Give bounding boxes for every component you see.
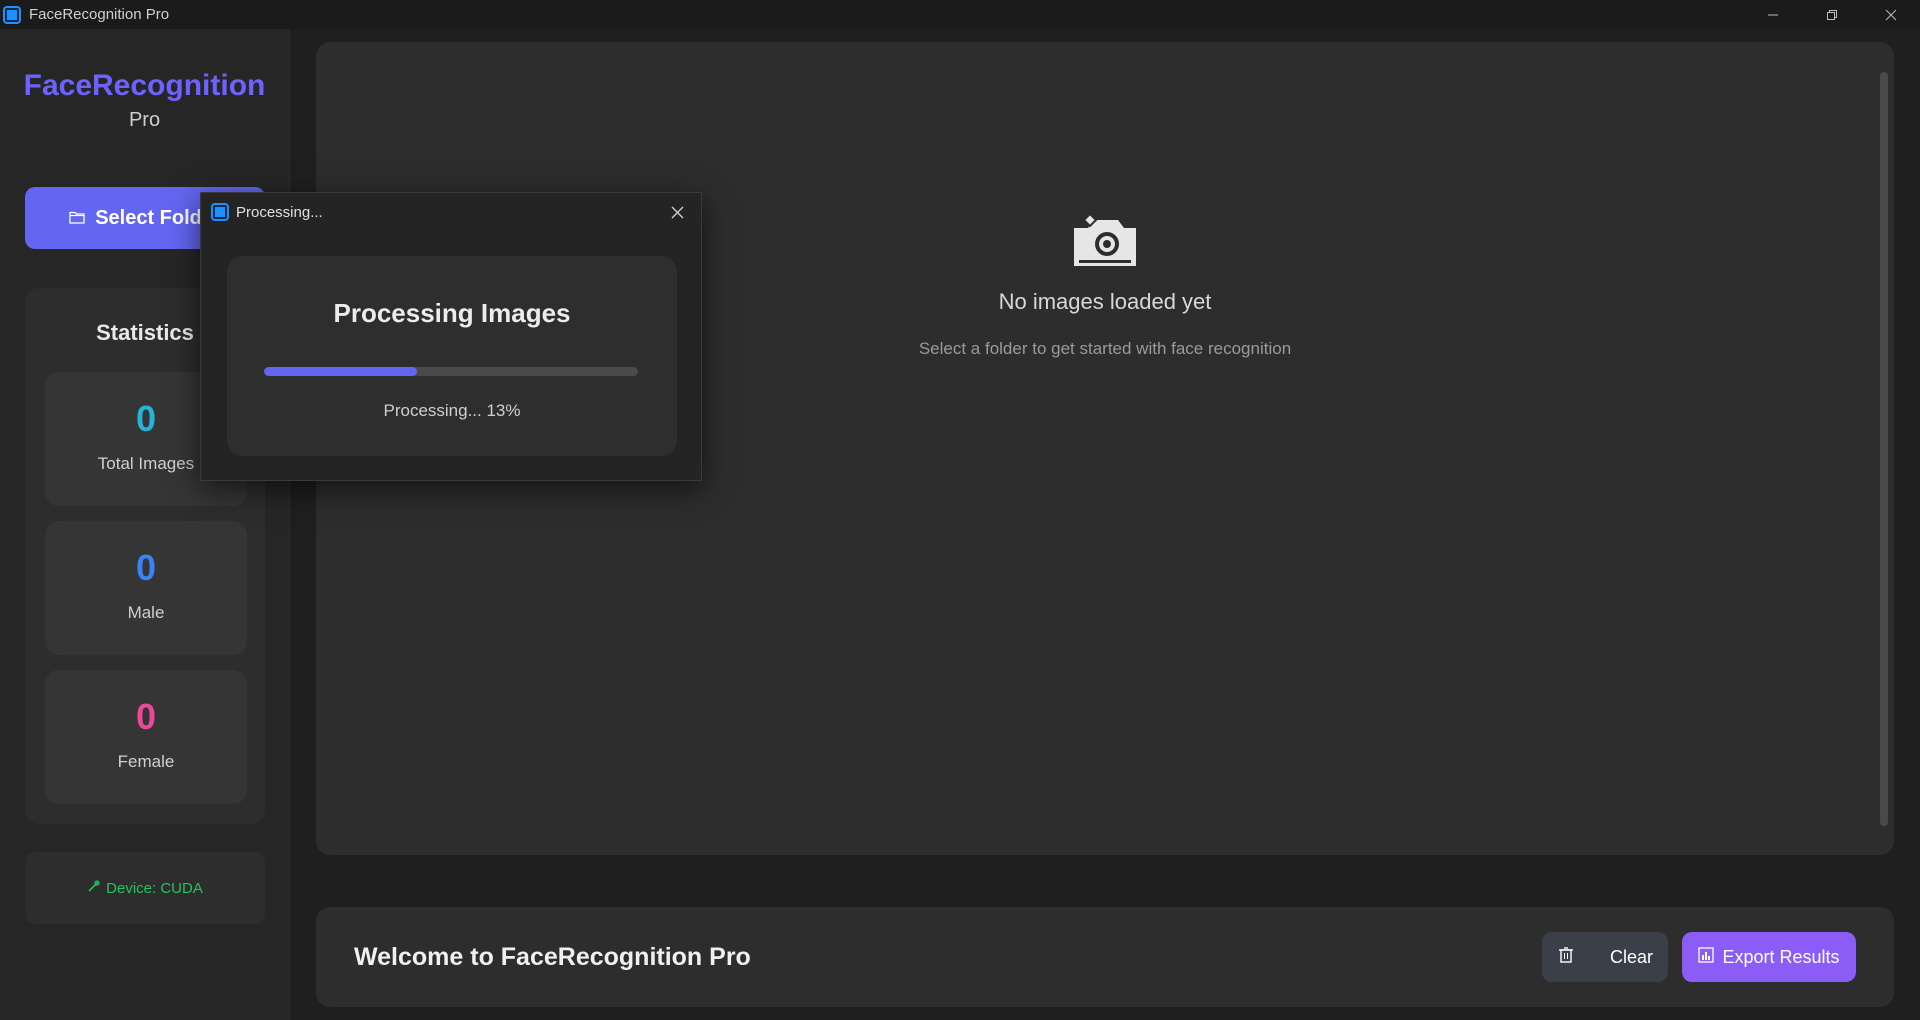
welcome-message: Welcome to FaceRecognition Pro <box>354 943 751 971</box>
trash-icon <box>1558 946 1574 969</box>
app-icon <box>3 5 21 24</box>
brand-subtitle: Pro <box>128 109 161 131</box>
app-icon <box>211 203 229 221</box>
minimize-icon[interactable] <box>1743 0 1802 29</box>
close-icon[interactable] <box>1861 0 1920 29</box>
window-title: FaceRecognition Pro <box>29 6 170 23</box>
export-results-button[interactable]: Export Results <box>1682 932 1856 982</box>
window-titlebar: FaceRecognition Pro <box>0 0 1920 29</box>
clear-label: Clear <box>1609 946 1653 967</box>
progress-status: Processing... 13% <box>383 401 521 420</box>
dialog-heading: Processing Images <box>333 298 571 328</box>
stat-value: 0 <box>135 696 157 737</box>
export-label: Export Results <box>1722 946 1840 967</box>
clear-button[interactable]: Clear <box>1542 932 1668 982</box>
dialog-title: Processing... <box>236 203 323 221</box>
bar-chart-icon <box>1698 946 1715 968</box>
gallery-scrollbar[interactable] <box>1880 72 1888 826</box>
stat-card-male: 0 Male <box>45 521 247 655</box>
progress-fill <box>264 367 418 376</box>
processing-dialog: Processing... Processing Images Processi… <box>200 192 702 481</box>
restore-icon[interactable] <box>1802 0 1861 29</box>
progress-bar <box>264 367 638 376</box>
dialog-content: Processing Images Processing... 13% <box>227 256 677 456</box>
plug-icon <box>87 879 100 897</box>
folder-icon <box>69 207 85 230</box>
footer-bar: Welcome to FaceRecognition Pro Clear Exp… <box>316 907 1894 1007</box>
stat-label: Male <box>127 603 165 622</box>
brand: FaceRecognition Pro <box>0 69 289 132</box>
sidebar: FaceRecognition Pro Select Folder Statis… <box>0 29 290 1020</box>
window-controls <box>1743 0 1920 29</box>
stat-card-female: 0 Female <box>45 670 247 804</box>
device-status: Device: CUDA <box>25 852 265 924</box>
close-icon[interactable] <box>665 200 689 224</box>
device-label: Device: CUDA <box>106 879 203 897</box>
camera-icon <box>1070 210 1140 275</box>
dialog-titlebar: Processing... <box>201 193 701 231</box>
brand-name: FaceRecognition <box>23 69 266 102</box>
stat-label: Female <box>117 752 175 771</box>
stat-value: 0 <box>135 547 157 588</box>
